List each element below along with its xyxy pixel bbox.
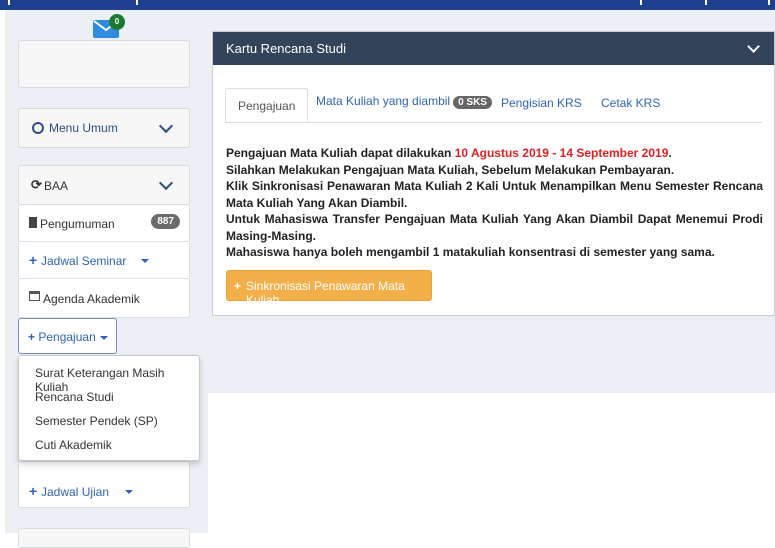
info-line-dates: Pengajuan Mata Kuliah dapat dilakukan 10… [226, 145, 763, 162]
krs-info-text: Pengajuan Mata Kuliah dapat dilakukan 10… [226, 145, 763, 261]
info-line-sync: Klik Sinkronisasi Penawaran Mata Kuliah … [226, 179, 763, 210]
chevron-down-icon[interactable] [747, 40, 760, 53]
sidebar-box-next[interactable] [18, 528, 190, 548]
baa-label: BAA [44, 179, 69, 193]
info-line-konsentrasi: Mahasiswa hanya boleh mengambil 1 mataku… [226, 245, 715, 259]
sync-button-label: Sinkronisasi Penawaran Mata Kuliah [246, 279, 405, 307]
panel-header[interactable]: Kartu Rencana Studi [213, 32, 774, 65]
navbar-mark [705, 0, 707, 5]
submission-date-range: 10 Agustus 2019 - 14 September 2019 [454, 146, 669, 160]
tab-cetak-krs[interactable]: Cetak KRS [601, 96, 660, 110]
pengumuman-label: Pengumuman [40, 217, 115, 231]
sidebar-item-agenda-akademik[interactable]: Agenda Akademik [18, 279, 190, 318]
sidebar-item-pengumuman[interactable]: Pengumuman 887 [18, 205, 190, 242]
pengajuan-dropdown-button[interactable]: + Pengajuan [18, 318, 117, 354]
file-icon [29, 217, 37, 228]
panel-title: Kartu Rencana Studi [226, 41, 346, 56]
caret-down-icon [125, 490, 133, 494]
plus-icon: + [29, 252, 38, 268]
tab-bar: Pengajuan Mata Kuliah yang diambil 0 SKS … [225, 88, 762, 123]
info-line-dates-suffix: . [668, 146, 672, 160]
agenda-akademik-label: Agenda Akademik [43, 292, 140, 306]
tab-pengajuan[interactable]: Pengajuan [225, 88, 309, 122]
sks-badge: 0 SKS [453, 96, 492, 109]
tab-mata-kuliah-label: Mata Kuliah yang diambil [316, 94, 451, 108]
navbar-mark [640, 0, 642, 5]
pengajuan-button-content: + Pengajuan [28, 330, 108, 344]
tab-mata-kuliah[interactable]: Mata Kuliah yang diambil 0 SKS [316, 94, 492, 109]
caret-down-icon [99, 335, 108, 340]
menu-item-cuti-akademik[interactable]: Cuti Akademik [35, 438, 112, 452]
top-navbar [0, 0, 775, 10]
mail-box[interactable] [18, 40, 190, 88]
navbar-mark [136, 0, 138, 5]
plus-icon: + [234, 279, 242, 293]
chevron-down-icon [158, 118, 174, 134]
info-line-payment: Silahkan Melakukan Pengajuan Mata Kuliah… [226, 162, 675, 177]
tab-pengisian-krs[interactable]: Pengisian KRS [501, 96, 582, 110]
jadwal-ujian-label: Jadwal Ujian [41, 485, 110, 499]
pengajuan-dropdown-menu: Surat Keterangan Masih Kuliah Rencana St… [18, 355, 200, 461]
sidebar-item-jadwal-seminar[interactable]: + Jadwal Seminar [18, 242, 190, 279]
sidebar-item-jadwal-ujian[interactable]: + Jadwal Ujian [18, 461, 190, 508]
circle-icon [32, 122, 44, 134]
info-line-transfer: Untuk Mahasiswa Transfer Pengajuan Mata … [226, 212, 763, 243]
chevron-down-icon [158, 175, 174, 191]
pengajuan-label: Pengajuan [38, 330, 96, 344]
refresh-icon: ⟳ [31, 177, 42, 192]
navbar-mark [768, 0, 770, 5]
sync-offering-button[interactable]: + Sinkronisasi Penawaran Mata Kuliah [226, 270, 432, 307]
plus-icon: + [29, 483, 38, 499]
menu-umum-label: Menu Umum [49, 121, 118, 135]
jadwal-seminar-label: Jadwal Seminar [41, 254, 127, 268]
info-line-dates-prefix: Pengajuan Mata Kuliah dapat dilakukan [226, 146, 455, 160]
navbar-mark [8, 0, 10, 5]
calendar-icon [29, 291, 40, 301]
menu-item-semester-pendek[interactable]: Semester Pendek (SP) [35, 414, 158, 428]
mail-count-badge: 0 [109, 14, 125, 30]
caret-down-icon [141, 259, 149, 263]
menu-umum-header[interactable]: Menu Umum [18, 108, 190, 148]
menu-item-rencana-studi[interactable]: Rencana Studi [35, 390, 114, 404]
krs-panel: Kartu Rencana Studi Pengajuan Mata Kulia… [212, 31, 775, 316]
pengumuman-count-badge: 887 [151, 214, 180, 229]
baa-header[interactable]: ⟳ BAA [18, 165, 190, 205]
